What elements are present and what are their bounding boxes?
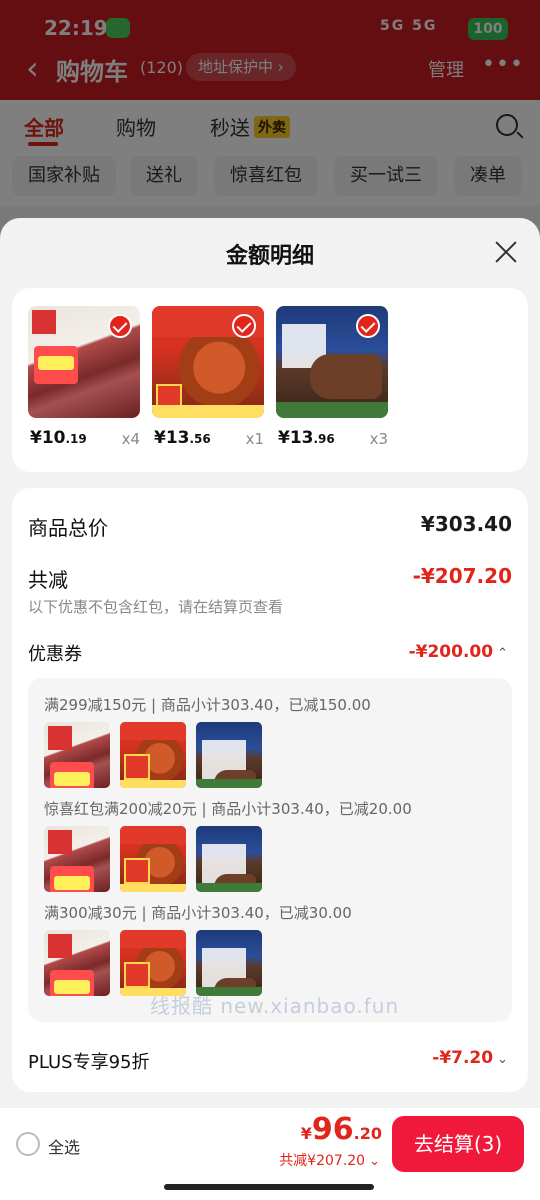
short-rib-product-thumbnail	[196, 722, 262, 788]
sheet-header: 金额明细	[0, 218, 540, 286]
coupon-breakdown: 满299减150元 | 商品小计303.40，已减150.00 惊喜红包满200…	[28, 678, 512, 1022]
product-price: ¥13.56	[154, 428, 211, 448]
product-price: ¥10.19	[30, 428, 87, 448]
coupon-group-title: 惊喜红包满200减20元 | 商品小计303.40，已减20.00	[44, 800, 412, 818]
chevron-down-icon: ⌄	[497, 1052, 508, 1067]
coupon-group: 满300减30元 | 商品小计303.40，已减30.00	[44, 902, 504, 996]
watermark: 线报酷 new.xianbao.fun	[150, 994, 400, 1018]
coupon-group: 惊喜红包满200减20元 | 商品小计303.40，已减20.00	[44, 798, 504, 892]
discount-note: 以下优惠不包含红包，请在结算页查看	[28, 598, 284, 616]
beef-product-thumbnail	[44, 722, 110, 788]
sausage-product-thumbnail	[120, 826, 186, 892]
plus-discount-toggle[interactable]: -¥7.20 ⌄	[432, 1048, 508, 1068]
product-quantity: x3	[369, 430, 388, 448]
plus-discount-label: PLUS专享95折	[28, 1052, 150, 1073]
sausage-product-image	[152, 306, 264, 418]
short-rib-product-image	[276, 306, 388, 418]
checked-icon	[108, 314, 132, 338]
coupon-group: 满299减150元 | 商品小计303.40，已减150.00	[44, 694, 504, 788]
coupon-group-title: 满300减30元 | 商品小计303.40，已减30.00	[44, 904, 352, 922]
select-all-radio[interactable]	[16, 1132, 40, 1156]
total-off-value: -¥207.20	[412, 564, 512, 588]
beef-product-image	[28, 306, 140, 418]
short-rib-product-thumbnail	[196, 930, 262, 996]
sausage-product-thumbnail	[120, 930, 186, 996]
home-indicator	[164, 1184, 374, 1190]
product-quantity: x1	[245, 430, 264, 448]
close-icon[interactable]	[494, 240, 518, 264]
amount-detail-sheet: 金额明细 ¥10.19 x4 ¥13.56 x1 ¥13.96 x3 商品总价 …	[0, 218, 540, 1200]
total-price: ¥96.20	[300, 1112, 382, 1147]
sausage-product-thumbnail	[120, 722, 186, 788]
coupon-label: 优惠券	[28, 644, 82, 665]
product-item[interactable]: ¥13.56 x1	[152, 306, 264, 448]
short-rib-product-thumbnail	[196, 826, 262, 892]
checked-icon	[356, 314, 380, 338]
goods-total-value: ¥303.40	[420, 512, 512, 536]
checkout-button[interactable]: 去结算(3)	[392, 1116, 524, 1172]
coupon-toggle[interactable]: -¥200.00 ⌃	[409, 642, 508, 662]
selected-products-card: ¥10.19 x4 ¥13.56 x1 ¥13.96 x3	[12, 288, 528, 472]
product-item[interactable]: ¥10.19 x4	[28, 306, 140, 448]
select-all-label[interactable]: 全选	[48, 1134, 80, 1158]
sheet-title: 金额明细	[225, 244, 314, 269]
coupon-value: -¥200.00	[408, 642, 494, 662]
saved-amount-toggle[interactable]: 共减¥207.20 ⌄	[279, 1150, 380, 1170]
product-quantity: x4	[121, 430, 140, 448]
coupon-group-title: 满299减150元 | 商品小计303.40，已减150.00	[44, 696, 371, 714]
saved-amount: 共减¥207.20	[279, 1153, 366, 1169]
beef-product-thumbnail	[44, 930, 110, 996]
chevron-down-icon: ⌄	[369, 1154, 380, 1169]
beef-product-thumbnail	[44, 826, 110, 892]
plus-discount-value: -¥7.20	[432, 1048, 494, 1068]
chevron-up-icon: ⌃	[497, 646, 508, 661]
product-item[interactable]: ¥13.96 x3	[276, 306, 388, 448]
goods-total-label: 商品总价	[28, 516, 108, 540]
product-price: ¥13.96	[278, 428, 335, 448]
total-off-label: 共减	[28, 568, 68, 592]
checked-icon	[232, 314, 256, 338]
checkout-bar: 全选 ¥96.20 共减¥207.20 ⌄ 去结算(3)	[0, 1108, 540, 1200]
